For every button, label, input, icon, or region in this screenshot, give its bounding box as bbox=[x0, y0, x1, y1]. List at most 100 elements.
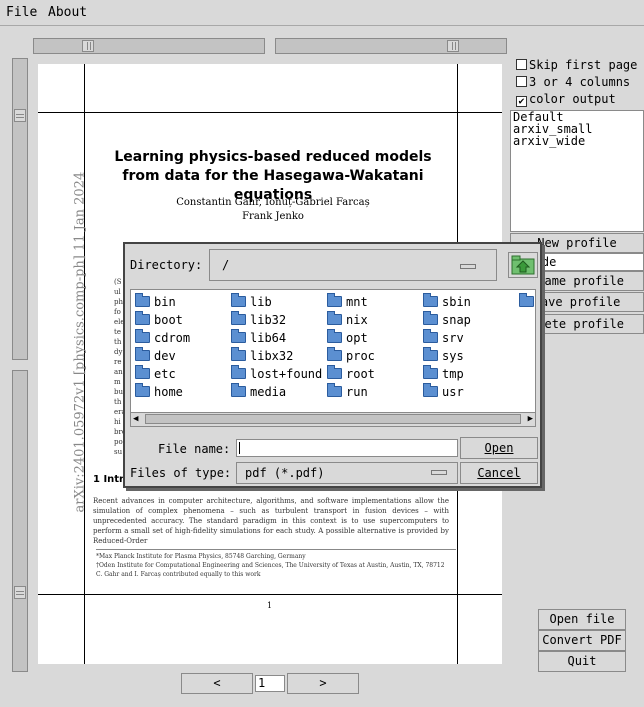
folder-name: proc bbox=[346, 349, 375, 363]
folder-icon bbox=[135, 311, 150, 325]
convert-pdf-button[interactable]: Convert PDF bbox=[538, 630, 626, 651]
cancel-button[interactable]: Cancel bbox=[460, 462, 538, 484]
folder-icon bbox=[519, 293, 534, 307]
folder-item[interactable]: snap bbox=[423, 311, 471, 328]
folder-name: dev bbox=[154, 349, 176, 363]
columns-checkbox[interactable]: 3 or 4 columns bbox=[516, 75, 630, 91]
folder-name: lib32 bbox=[250, 313, 287, 327]
folder-item[interactable]: sys bbox=[423, 347, 464, 364]
folder-name: usr bbox=[442, 385, 464, 399]
scroll-left-icon[interactable]: ◀ bbox=[133, 414, 138, 424]
folder-item[interactable]: lib64 bbox=[231, 329, 287, 346]
checkbox-box[interactable] bbox=[516, 76, 527, 87]
scrollbar-thumb[interactable] bbox=[145, 414, 521, 424]
folder-item[interactable]: run bbox=[327, 383, 368, 400]
skip-first-page-checkbox[interactable]: Skip first page bbox=[516, 58, 637, 74]
slider-thumb[interactable] bbox=[82, 40, 94, 52]
dropdown-indicator-icon bbox=[460, 264, 476, 269]
folder-item[interactable]: root bbox=[327, 365, 375, 382]
folder-icon bbox=[423, 329, 438, 343]
dropdown-indicator-icon bbox=[431, 470, 447, 475]
prev-page-button[interactable]: < bbox=[181, 673, 253, 694]
folder-item[interactable]: libx32 bbox=[231, 347, 294, 364]
folder-name: snap bbox=[442, 313, 471, 327]
folder-item[interactable]: proc bbox=[327, 347, 375, 364]
folder-icon bbox=[327, 293, 342, 307]
slider-thumb[interactable] bbox=[14, 586, 26, 599]
horizontal-scrollbar[interactable]: ◀ ▶ bbox=[131, 412, 535, 426]
folder-name: libx32 bbox=[250, 349, 294, 363]
folder-item[interactable]: dev bbox=[135, 347, 176, 364]
bottom-crop-slider[interactable] bbox=[12, 370, 28, 672]
folder-item[interactable]: cdrom bbox=[135, 329, 190, 346]
folder-name: tmp bbox=[442, 367, 464, 381]
folder-item[interactable]: lib bbox=[231, 293, 272, 310]
folder-item[interactable]: mnt bbox=[327, 293, 368, 310]
folder-name: lost+found bbox=[250, 367, 323, 381]
checkbox-box[interactable] bbox=[516, 59, 527, 70]
folder-icon bbox=[327, 383, 342, 397]
folder-item[interactable]: nix bbox=[327, 311, 368, 328]
folder-icon bbox=[327, 347, 342, 361]
folder-item[interactable]: lost+found bbox=[231, 365, 323, 382]
folder-item[interactable]: tmp bbox=[423, 365, 464, 382]
folder-item[interactable]: opt bbox=[327, 329, 368, 346]
arxiv-stamp: arXiv:2401.05972v1 [physics.comp-ph] 11 … bbox=[72, 171, 88, 513]
folder-item[interactable]: sbin bbox=[423, 293, 471, 310]
slider-thumb[interactable] bbox=[447, 40, 459, 52]
folder-icon bbox=[327, 329, 342, 343]
folder-icon bbox=[423, 347, 438, 361]
folder-icon bbox=[423, 365, 438, 379]
menu-about[interactable]: About bbox=[48, 5, 87, 20]
folder-item[interactable]: home bbox=[135, 383, 183, 400]
checkmark-icon[interactable]: ✔ bbox=[516, 96, 527, 107]
file-list[interactable]: bin lib mnt sbin boot lib32 nix snap cdrom lib64 o… bbox=[130, 289, 536, 427]
open-button[interactable]: Open bbox=[460, 437, 538, 459]
folder-name: lib64 bbox=[250, 331, 287, 345]
partial-folder-icon bbox=[519, 293, 534, 310]
page-number-input[interactable]: 1 bbox=[255, 675, 285, 692]
file-type-dropdown[interactable]: pdf (*.pdf) bbox=[236, 462, 458, 484]
open-file-dialog: Directory: / bin lib mnt sbin boot lib32 nix sn… bbox=[123, 242, 542, 488]
folder-item[interactable]: srv bbox=[423, 329, 464, 346]
folder-icon bbox=[423, 311, 438, 325]
directory-dropdown[interactable]: / bbox=[209, 249, 497, 281]
color-output-checkbox[interactable]: ✔ color output bbox=[516, 92, 616, 108]
folder-item[interactable]: usr bbox=[423, 383, 464, 400]
folder-item[interactable]: media bbox=[231, 383, 286, 400]
folder-name: mnt bbox=[346, 295, 368, 309]
page-number: 1 bbox=[267, 601, 273, 610]
folder-icon bbox=[231, 329, 246, 343]
top-crop-slider[interactable] bbox=[12, 58, 28, 360]
folder-icon bbox=[231, 347, 246, 361]
folder-icon bbox=[231, 365, 246, 379]
right-crop-slider[interactable] bbox=[275, 38, 507, 54]
folder-name: home bbox=[154, 385, 183, 399]
file-name-input[interactable] bbox=[236, 439, 458, 457]
intro-paragraph: Recent advances in computer architecture… bbox=[93, 497, 449, 545]
menu-file[interactable]: File bbox=[6, 5, 37, 20]
folder-item[interactable]: lib32 bbox=[231, 311, 287, 328]
folder-up-icon bbox=[511, 255, 535, 275]
folder-icon bbox=[423, 383, 438, 397]
text-cursor bbox=[239, 442, 240, 454]
profile-item[interactable]: arxiv_wide bbox=[513, 135, 641, 147]
profile-list[interactable]: Default arxiv_small arxiv_wide bbox=[510, 110, 644, 232]
folder-name: root bbox=[346, 367, 375, 381]
next-page-button[interactable]: > bbox=[287, 673, 359, 694]
folder-name: boot bbox=[154, 313, 183, 327]
folder-icon bbox=[135, 293, 150, 307]
folder-item[interactable]: bin bbox=[135, 293, 176, 310]
file-name-label: File name: bbox=[158, 442, 231, 456]
open-file-button[interactable]: Open file bbox=[538, 609, 626, 630]
folder-icon bbox=[135, 383, 150, 397]
slider-thumb[interactable] bbox=[14, 109, 26, 122]
quit-button[interactable]: Quit bbox=[538, 651, 626, 672]
folder-item[interactable]: boot bbox=[135, 311, 183, 328]
up-directory-button[interactable] bbox=[508, 252, 538, 278]
left-crop-slider[interactable] bbox=[33, 38, 265, 54]
scroll-right-icon[interactable]: ▶ bbox=[528, 414, 533, 424]
paper-authors: Constantin Gahr, Ionuț-Gabriel Farcaș Fr… bbox=[176, 197, 370, 222]
crop-line-bottom bbox=[38, 594, 502, 595]
folder-item[interactable]: etc bbox=[135, 365, 176, 382]
